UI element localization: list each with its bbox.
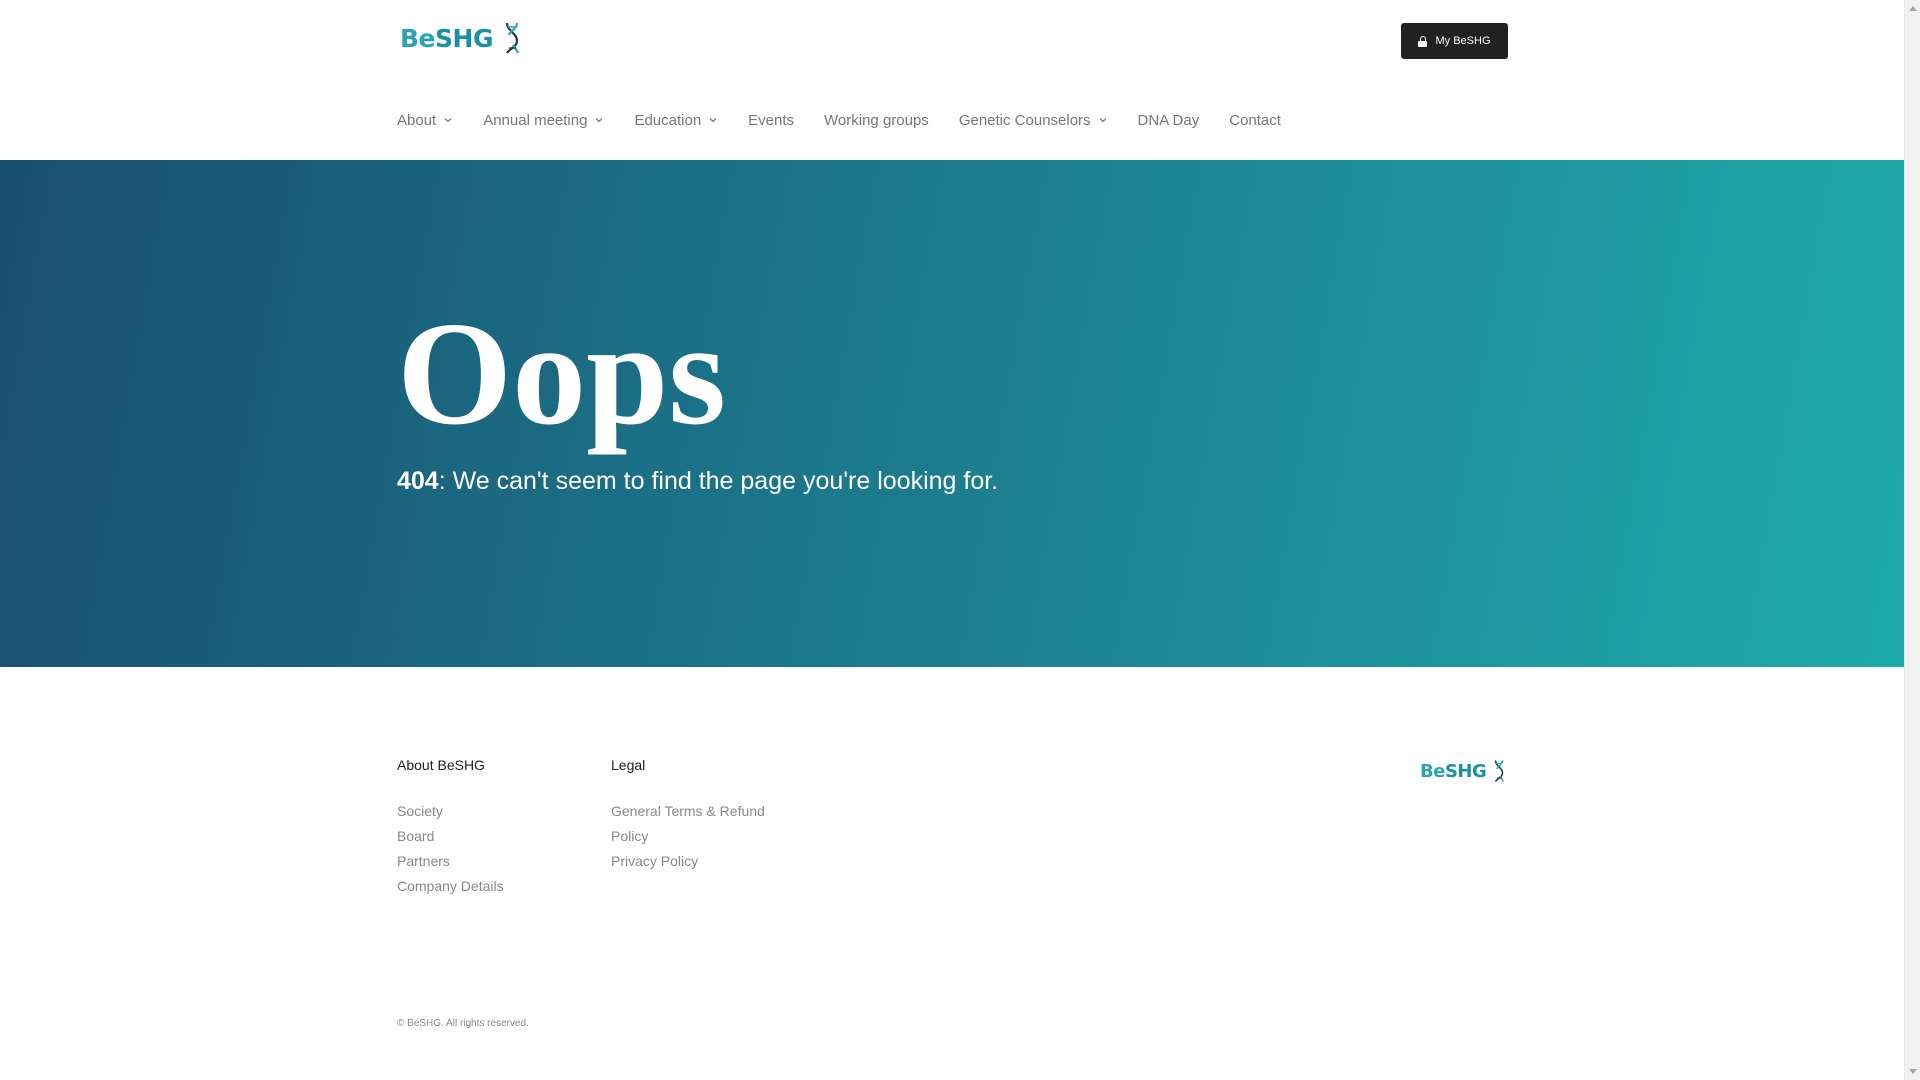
site-header: BeSHG My BeSHG About Annual meeting Educ… [0, 0, 1904, 160]
scroll-down-arrow-icon[interactable] [1909, 1069, 1917, 1074]
vertical-scrollbar[interactable] [1904, 0, 1920, 1080]
footer-logo-wordmark: BeSHG [1420, 760, 1487, 782]
footer-link-privacy[interactable]: Privacy Policy [611, 849, 781, 874]
site-logo[interactable]: BeSHG [400, 20, 523, 56]
chevron-down-icon [709, 118, 717, 123]
chevron-down-icon [444, 118, 452, 123]
nav-label: DNA Day [1137, 111, 1200, 129]
nav-label: Annual meeting [483, 111, 588, 129]
nav-label: Genetic Counselors [958, 111, 1091, 129]
copyright-text: © BeSHG. All rights reserved. [397, 1018, 529, 1029]
error-message: 404: We can't seem to find the page you'… [397, 467, 998, 496]
site-footer: About BeSHG Society Board Partners Compa… [0, 667, 1904, 1080]
footer-logo[interactable]: BeSHG [1420, 759, 1507, 783]
my-beshg-button[interactable]: My BeSHG [1401, 23, 1508, 59]
footer-about-heading: About BeSHG [397, 757, 485, 773]
footer-legal-heading: Legal [611, 757, 646, 773]
nav-item-working-groups[interactable]: Working groups [824, 112, 929, 129]
nav-item-genetic-counselors[interactable]: Genetic Counselors [959, 112, 1108, 129]
page-title: Oops [397, 292, 727, 456]
footer-about-column: About BeSHG Society Board Partners Compa… [397, 757, 597, 899]
main-nav: About Annual meeting Education Events Wo… [397, 108, 1311, 132]
nav-label: About [397, 111, 437, 129]
nav-item-contact[interactable]: Contact [1229, 112, 1281, 129]
nav-item-annual-meeting[interactable]: Annual meeting [483, 112, 604, 129]
footer-link-company-details[interactable]: Company Details [397, 874, 597, 899]
dna-helix-icon [505, 22, 520, 54]
dna-helix-icon [1494, 760, 1505, 783]
nav-item-education[interactable]: Education [634, 112, 718, 129]
nav-item-dna-day[interactable]: DNA Day [1138, 112, 1200, 129]
page: BeSHG My BeSHG About Annual meeting Educ… [0, 0, 1904, 1080]
error-code: 404 [397, 467, 439, 495]
nav-label: Working groups [824, 111, 929, 129]
error-hero: Oops 404: We can't seem to find the page… [0, 160, 1904, 667]
nav-item-about[interactable]: About [397, 112, 453, 129]
chevron-down-icon [1099, 118, 1107, 123]
footer-link-society[interactable]: Society [397, 799, 597, 824]
scroll-up-arrow-icon[interactable] [1909, 6, 1917, 11]
nav-label: Education [634, 111, 702, 129]
error-text: : We can't seem to find the page you're … [438, 467, 999, 495]
chevron-down-icon [595, 118, 603, 123]
footer-link-partners[interactable]: Partners [397, 849, 597, 874]
lock-icon [1418, 36, 1428, 47]
my-beshg-label: My BeSHG [1435, 35, 1491, 47]
logo-wordmark: BeSHG [400, 23, 493, 53]
footer-link-board[interactable]: Board [397, 824, 597, 849]
footer-legal-column: Legal General Terms & Refund Policy Priv… [611, 757, 781, 874]
nav-label: Events [748, 111, 795, 129]
footer-link-terms[interactable]: General Terms & Refund Policy [611, 799, 781, 849]
nav-item-events[interactable]: Events [748, 112, 794, 129]
nav-label: Contact [1229, 111, 1281, 129]
